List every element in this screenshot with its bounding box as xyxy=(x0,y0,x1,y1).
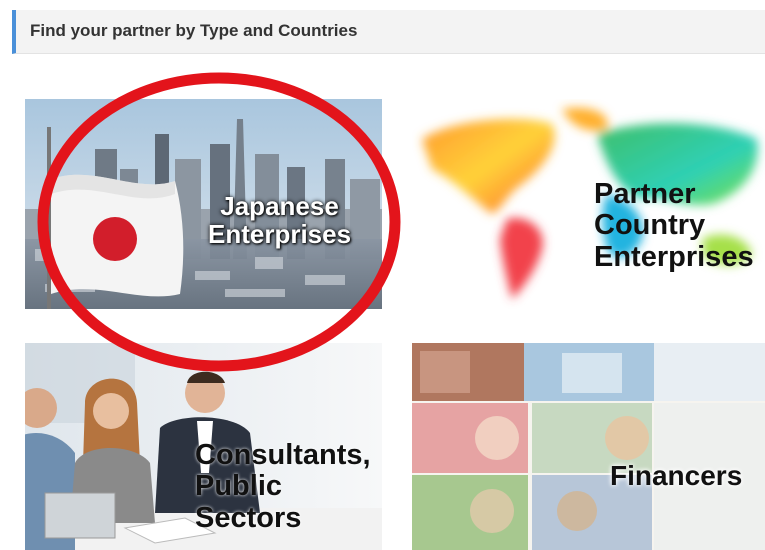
label-line: Sectors xyxy=(195,501,302,534)
label-line: Financers xyxy=(610,460,743,491)
partner-country-enterprises-tile[interactable]: Partner Country Enterprises xyxy=(412,99,765,309)
label-line: Enterprises xyxy=(594,240,754,273)
label-line: Consultants, xyxy=(195,439,371,471)
partner-country-enterprises-label: Partner Country Enterprises xyxy=(594,178,754,273)
japanese-enterprises-label: Japanese Enterprises xyxy=(208,192,351,248)
banknotes-image xyxy=(412,343,765,550)
section-title: Find your partner by Type and Countries xyxy=(30,21,358,40)
label-line: Enterprises xyxy=(208,219,352,250)
financers-tile[interactable]: Financers xyxy=(412,343,765,550)
consultants-public-sectors-tile[interactable]: Consultants, Public Sectors xyxy=(25,343,382,550)
consultants-public-sectors-label: Consultants, Public Sectors xyxy=(195,439,371,534)
section-header: Find your partner by Type and Countries xyxy=(12,10,765,54)
label-line: Japanese xyxy=(220,191,339,221)
japanese-enterprises-tile[interactable]: Japanese Enterprises xyxy=(25,99,382,309)
financers-label: Financers xyxy=(610,460,743,491)
label-line: Partner xyxy=(594,178,696,210)
label-line: Country xyxy=(594,209,706,242)
label-line: Public xyxy=(195,470,283,503)
